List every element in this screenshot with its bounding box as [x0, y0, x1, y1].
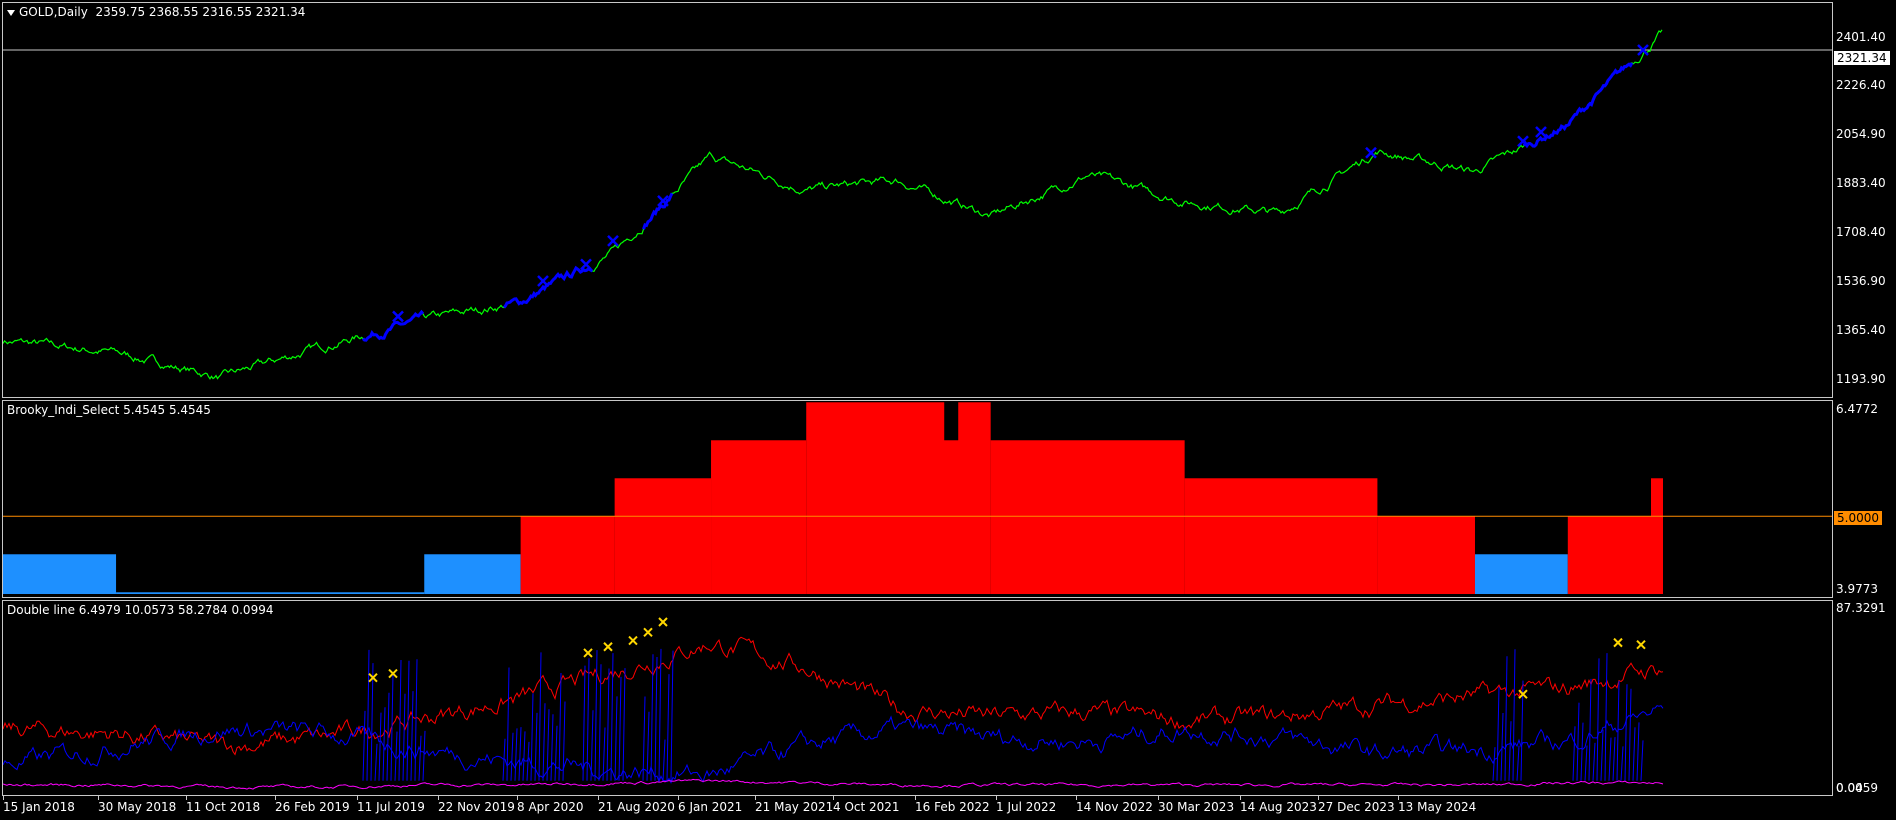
signal-x-marker	[1613, 637, 1623, 648]
time-tick: 4 Oct 2021	[833, 796, 900, 814]
time-tick: 6 Jan 2021	[678, 796, 743, 814]
time-tick: 22 Nov 2019	[438, 796, 515, 814]
signal-x-marker	[643, 627, 653, 638]
time-tick: 14 Aug 2023	[1240, 796, 1317, 814]
signal-trend-overlay	[502, 265, 594, 309]
time-tick: 13 May 2024	[1398, 796, 1477, 814]
blue-burst-spikes	[362, 649, 426, 781]
time-tick: 14 Nov 2022	[1076, 796, 1153, 814]
indicator-pane-double-line[interactable]: Double line 6.4979 10.0573 58.2784 0.099…	[2, 600, 1833, 796]
signal-x-marker	[628, 635, 638, 646]
indicator-block	[806, 402, 991, 594]
price-chart-title: GOLD,Daily 2359.75 2368.55 2316.55 2321.…	[7, 5, 305, 19]
signal-x-marker	[603, 642, 613, 652]
time-tick: 21 Aug 2020	[598, 796, 675, 814]
brooky-indicator-title: Brooky_Indi_Select 5.4545 5.4545	[7, 403, 211, 417]
indicator-block	[3, 554, 117, 594]
indicator-pane-brooky[interactable]: Brooky_Indi_Select 5.4545 5.4545	[2, 400, 1833, 598]
collapse-triangle-icon[interactable]	[7, 9, 15, 16]
indicator-block	[711, 440, 807, 594]
signal-x-marker	[1535, 126, 1547, 138]
blue-burst-spikes	[582, 650, 626, 781]
blue-burst-spikes	[1492, 649, 1524, 781]
brooky-scale-max: 6.4772	[1836, 402, 1878, 416]
time-tick: 8 Apr 2020	[517, 796, 584, 814]
price-tick: 2226.40	[1836, 78, 1886, 92]
signal-x-marker	[392, 310, 404, 323]
indicator-block	[1474, 554, 1568, 594]
double-line-scale-zero: 0.00	[1836, 781, 1863, 795]
price-tick: 1708.40	[1836, 225, 1886, 239]
indicator-block	[990, 440, 1185, 594]
double-line-indicator-title: Double line 6.4979 10.0573 58.2784 0.099…	[7, 603, 274, 617]
price-chart-svg	[3, 29, 1832, 380]
time-tick: 30 May 2018	[98, 796, 177, 814]
signal-x-marker	[1365, 146, 1377, 159]
double-line-scale-max: 87.3291	[1836, 601, 1886, 615]
brooky-scale-min: 3.9773	[1836, 582, 1878, 596]
blue-burst-spikes	[1572, 653, 1644, 781]
indicator-block	[520, 516, 615, 594]
time-tick: 21 May 2021	[755, 796, 834, 814]
time-tick: 30 Mar 2023	[1158, 796, 1235, 814]
signal-x-marker	[607, 235, 619, 247]
signal-x-marker	[1636, 639, 1646, 650]
indicator-block	[1651, 478, 1663, 594]
indicator-block	[424, 554, 521, 594]
blue-burst-spikes	[502, 652, 566, 781]
indicator-block	[1377, 516, 1475, 594]
price-tick: 1365.40	[1836, 323, 1886, 337]
price-tick: 2054.90	[1836, 127, 1886, 141]
magenta-series-line	[3, 778, 1664, 790]
signal-x-marker	[658, 617, 668, 627]
time-tick: 1 Jul 2022	[996, 796, 1057, 814]
brooky-level-tag: 5.0000	[1834, 511, 1882, 525]
time-tick: 11 Oct 2018	[186, 796, 261, 814]
double-line-indicator-svg	[3, 617, 1664, 790]
price-tick: 1883.40	[1836, 176, 1886, 190]
price-tick: 2401.40	[1836, 30, 1886, 44]
time-tick: 27 Dec 2023	[1318, 796, 1395, 814]
time-tick: 15 Jan 2018	[3, 796, 75, 814]
blue-series-line	[3, 705, 1664, 784]
time-tick: 11 Jul 2019	[357, 796, 425, 814]
signal-trend-overlay	[361, 309, 425, 342]
signal-x-marker	[537, 275, 549, 287]
indicator-block	[1184, 478, 1378, 594]
price-chart-pane[interactable]: GOLD,Daily 2359.75 2368.55 2316.55 2321.…	[2, 2, 1833, 398]
price-chart-title-text: GOLD,Daily 2359.75 2368.55 2316.55 2321.…	[19, 5, 306, 19]
price-tick: 1536.90	[1836, 274, 1886, 288]
indicator-block	[614, 478, 712, 594]
signal-x-marker	[580, 258, 592, 271]
signal-x-marker	[583, 648, 593, 658]
current-price-tag: 2321.34	[1834, 51, 1890, 65]
indicator-block	[116, 592, 425, 594]
time-tick: 26 Feb 2019	[275, 796, 350, 814]
price-tick: 1193.90	[1836, 372, 1886, 386]
indicator-gap	[944, 401, 959, 441]
time-tick: 16 Feb 2022	[915, 796, 990, 814]
price-series-line	[3, 29, 1663, 380]
indicator-block	[1567, 516, 1663, 594]
signal-trend-overlay	[642, 192, 674, 230]
brooky-indicator-svg	[3, 401, 1832, 594]
